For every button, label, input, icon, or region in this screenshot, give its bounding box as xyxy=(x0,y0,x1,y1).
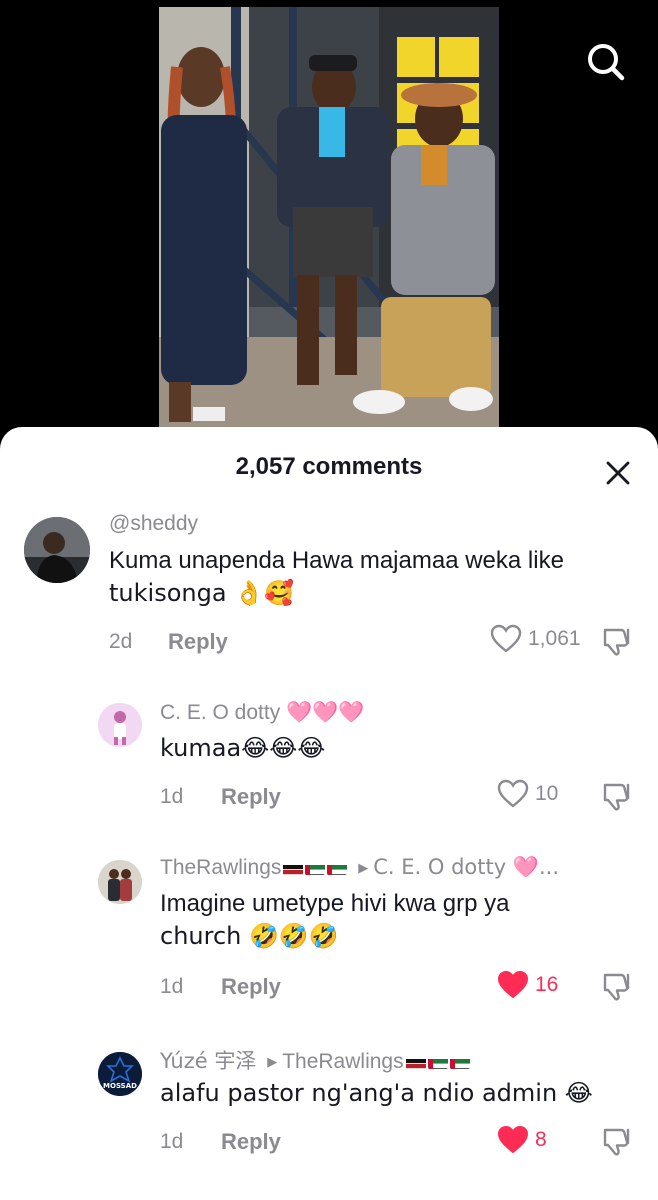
reply-button[interactable]: Reply xyxy=(221,974,281,1000)
uae-flag-icon xyxy=(327,861,348,875)
comment-item: C. E. O dotty 🩷🩷🩷 kumaa😂😂😂 1d Reply 10 xyxy=(0,692,658,827)
username-text: TheRawlings xyxy=(160,856,282,879)
comment-text-line: tukisonga 👌🥰 xyxy=(109,579,294,607)
comments-sheet: 2,057 comments @sheddy Kuma unapenda Haw… xyxy=(0,427,658,1200)
thumbs-down-icon xyxy=(603,973,630,1001)
comment-text: Kuma unapenda Hawa majamaa weka like tuk… xyxy=(109,544,564,610)
like-button[interactable]: 16 xyxy=(497,970,558,1000)
reply-to-user[interactable]: C. E. O dotty 🩷... xyxy=(373,855,559,879)
reply-button[interactable]: Reply xyxy=(221,1129,281,1155)
reply-button[interactable]: Reply xyxy=(221,784,281,810)
avatar[interactable] xyxy=(98,703,142,747)
dislike-button[interactable] xyxy=(601,970,635,1004)
thumbs-down-icon xyxy=(603,628,630,656)
comment-username[interactable]: Yúzé 宇泽 ▶ TheRawlings xyxy=(160,1045,470,1075)
dislike-button[interactable] xyxy=(601,1125,635,1159)
comment-username[interactable]: TheRawlings ▶ C. E. O dotty 🩷... xyxy=(160,855,559,880)
dislike-button[interactable] xyxy=(601,625,635,659)
comment-time: 1d xyxy=(160,1130,184,1153)
comments-count-title: 2,057 comments xyxy=(235,453,423,480)
avatar-image: MOSSAD xyxy=(98,1052,142,1096)
avatar-image xyxy=(24,517,90,583)
avatar-logo-text: MOSSAD xyxy=(103,1082,137,1090)
comment-time: 1d xyxy=(160,975,184,998)
like-button[interactable]: 8 xyxy=(497,1125,547,1155)
avatar[interactable] xyxy=(98,860,142,904)
avatar[interactable]: MOSSAD xyxy=(98,1052,142,1096)
video-player[interactable] xyxy=(159,7,499,427)
kenya-flag-icon xyxy=(283,861,304,875)
like-button[interactable]: 10 xyxy=(497,779,558,809)
comment-time: 2d xyxy=(109,630,133,653)
comment-username[interactable]: C. E. O dotty 🩷🩷🩷 xyxy=(160,700,365,725)
uae-flag-icon xyxy=(449,1055,470,1069)
avatar-image xyxy=(98,860,142,904)
comment-item: MOSSAD Yúzé 宇泽 ▶ TheRawlings alafu pastor… xyxy=(0,1037,658,1187)
comment-time: 1d xyxy=(160,785,184,808)
reply-to-user[interactable]: TheRawlings xyxy=(282,1050,403,1073)
avatar-image xyxy=(98,703,142,747)
like-button[interactable]: 1,061 xyxy=(490,624,581,654)
username-text: C. E. O dotty xyxy=(160,701,281,724)
uae-flag-icon xyxy=(427,1055,448,1069)
comment-text: kumaa😂😂😂 xyxy=(160,734,326,762)
like-count: 16 xyxy=(535,973,559,996)
dislike-button[interactable] xyxy=(601,780,635,814)
close-button[interactable] xyxy=(598,453,638,493)
comment-text: Imagine umetype hivi kwa grp ya church 🤣… xyxy=(160,887,510,953)
avatar[interactable] xyxy=(24,517,90,583)
heart-icon xyxy=(497,779,529,808)
like-count: 1,061 xyxy=(528,627,581,650)
thumbs-down-icon xyxy=(603,783,630,811)
reply-button[interactable]: Reply xyxy=(168,629,228,655)
username-hearts: 🩷🩷🩷 xyxy=(286,700,365,724)
heart-icon xyxy=(497,970,529,999)
close-icon xyxy=(606,461,630,485)
heart-icon xyxy=(497,1125,529,1154)
comment-item: @sheddy Kuma unapenda Hawa majamaa weka … xyxy=(0,507,658,677)
comment-text: alafu pastor ng'ang'a ndio admin 😂 xyxy=(160,1079,593,1107)
video-area[interactable] xyxy=(0,0,658,440)
comment-item: TheRawlings ▶ C. E. O dotty 🩷... Imagine … xyxy=(0,847,658,1017)
comment-username[interactable]: @sheddy xyxy=(109,512,198,536)
reply-arrow-icon: ▶ xyxy=(267,1054,278,1069)
comment-text-line: Imagine umetype hivi kwa grp ya xyxy=(160,890,510,917)
heart-icon xyxy=(490,624,522,653)
video-thumbnail xyxy=(159,7,499,427)
comment-text-line: Kuma unapenda Hawa majamaa weka like xyxy=(109,547,564,574)
username-text: Yúzé 宇泽 xyxy=(160,1049,257,1073)
comment-text-line: church 🤣🤣🤣 xyxy=(160,922,339,950)
like-count: 10 xyxy=(535,782,559,805)
uae-flag-icon xyxy=(305,861,326,875)
search-icon xyxy=(588,44,625,81)
reply-arrow-icon: ▶ xyxy=(358,860,369,875)
kenya-flag-icon xyxy=(405,1055,426,1069)
thumbs-down-icon xyxy=(603,1128,630,1156)
like-count: 8 xyxy=(535,1128,547,1151)
search-button[interactable] xyxy=(582,38,630,86)
